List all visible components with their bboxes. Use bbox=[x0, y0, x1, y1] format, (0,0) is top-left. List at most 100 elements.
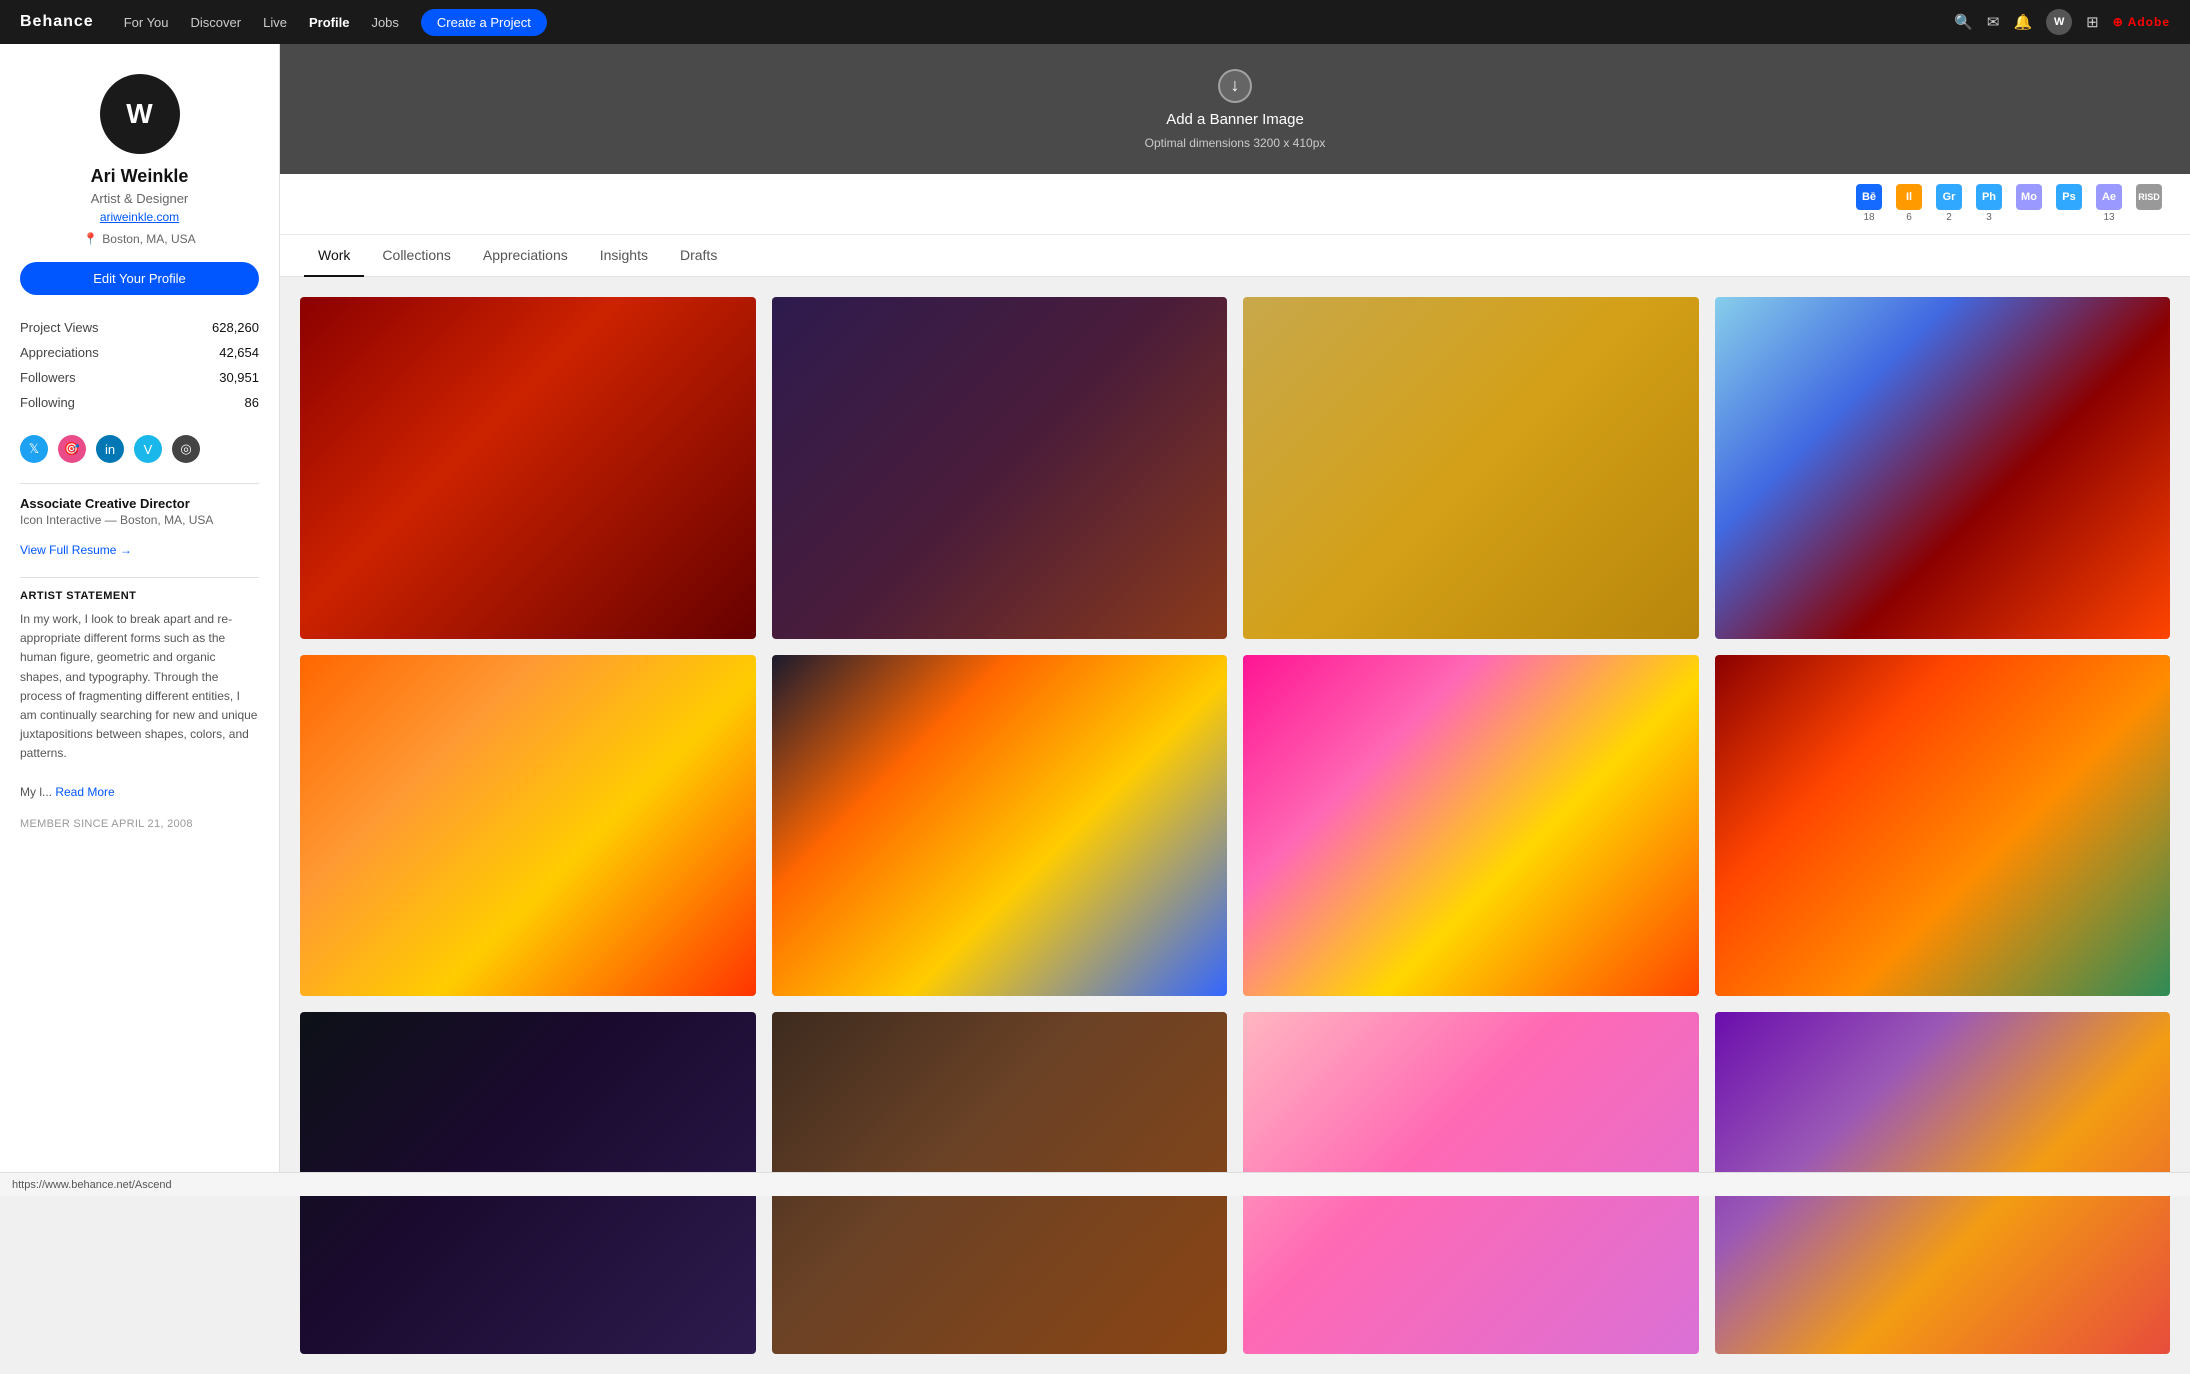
notification-icon[interactable]: 🔔 bbox=[2013, 13, 2032, 31]
stats-label: Following bbox=[20, 395, 75, 410]
message-icon[interactable]: ✉ bbox=[1987, 13, 2000, 31]
badge-count: 2 bbox=[1946, 212, 1952, 223]
adobe-logo: ⊕ Adobe bbox=[2113, 15, 2170, 29]
project-card[interactable] bbox=[300, 297, 756, 639]
badge-icon: Mo bbox=[2016, 184, 2042, 210]
url-bar: https://www.behance.net/Ascend bbox=[0, 1172, 2190, 1196]
artist-statement-text: In my work, I look to break apart and re… bbox=[20, 610, 259, 802]
badge-icon: Ps bbox=[2056, 184, 2082, 210]
member-since: MEMBER SINCE APRIL 21, 2008 bbox=[20, 818, 259, 830]
stats-value: 628,260 bbox=[212, 320, 259, 335]
nav-link-discover[interactable]: Discover bbox=[191, 15, 242, 30]
badge-count: 13 bbox=[2103, 212, 2114, 223]
user-avatar[interactable]: W bbox=[2046, 9, 2072, 35]
profile-website[interactable]: ariweinkle.com bbox=[20, 210, 259, 224]
social-icons: 𝕏 🎯 in V ◎ bbox=[20, 435, 259, 463]
projects-grid bbox=[280, 277, 2190, 1374]
search-icon[interactable]: 🔍 bbox=[1954, 13, 1973, 31]
download-icon: ↓ bbox=[1218, 69, 1252, 103]
banner-subtext: Optimal dimensions 3200 x 410px bbox=[1145, 136, 1326, 150]
tab-drafts[interactable]: Drafts bbox=[666, 235, 731, 277]
create-project-button[interactable]: Create a Project bbox=[421, 9, 547, 36]
project-card[interactable] bbox=[1715, 655, 2171, 997]
badge-count: 3 bbox=[1986, 212, 1992, 223]
divider bbox=[20, 483, 259, 484]
tabs-bar: WorkCollectionsAppreciationsInsightsDraf… bbox=[280, 235, 2190, 277]
stats-label: Followers bbox=[20, 370, 76, 385]
avatar: W bbox=[100, 74, 180, 154]
brand-logo[interactable]: Behance bbox=[20, 13, 94, 31]
project-card[interactable] bbox=[772, 655, 1228, 997]
job-title: Associate Creative Director bbox=[20, 496, 259, 511]
artist-statement-title: ARTIST STATEMENT bbox=[20, 590, 259, 602]
tab-insights[interactable]: Insights bbox=[586, 235, 662, 277]
stats-row: Following 86 bbox=[20, 390, 259, 415]
badge-icon: Ph bbox=[1976, 184, 2002, 210]
stats-row: Appreciations42,654 bbox=[20, 340, 259, 365]
stats-value: 30,951 bbox=[219, 370, 259, 385]
tab-work[interactable]: Work bbox=[304, 235, 364, 277]
project-card[interactable] bbox=[300, 655, 756, 997]
divider-2 bbox=[20, 577, 259, 578]
view-resume-link[interactable]: View Full Resume → bbox=[20, 543, 259, 557]
edit-profile-button[interactable]: Edit Your Profile bbox=[20, 262, 259, 295]
job-section: Associate Creative Director Icon Interac… bbox=[20, 496, 259, 527]
badge-icon: Il bbox=[1896, 184, 1922, 210]
location-pin-icon: 📍 bbox=[83, 232, 98, 246]
vimeo-icon[interactable]: V bbox=[134, 435, 162, 463]
nav-link-profile[interactable]: Profile bbox=[309, 15, 349, 30]
profile-location: 📍 Boston, MA, USA bbox=[20, 232, 259, 246]
project-card[interactable] bbox=[1715, 297, 2171, 639]
project-card[interactable] bbox=[772, 297, 1228, 639]
app-badge-mo: Mo bbox=[2012, 182, 2046, 226]
profile-name: Ari Weinkle bbox=[20, 166, 259, 187]
sidebar-inner: W Ari Weinkle Artist & Designer ariweink… bbox=[0, 44, 279, 860]
artist-statement-body: In my work, I look to break apart and re… bbox=[20, 612, 257, 760]
circle-icon[interactable]: ◎ bbox=[172, 435, 200, 463]
app-badge-ph: Ph 3 bbox=[1972, 182, 2006, 226]
url-text: https://www.behance.net/Ascend bbox=[12, 1179, 172, 1191]
app-badge-risd: RISD bbox=[2132, 182, 2166, 226]
badge-icon: Bē bbox=[1856, 184, 1882, 210]
artist-statement-continuation: My l... bbox=[20, 785, 52, 799]
stats-row: Project Views 628,260 bbox=[20, 315, 259, 340]
profile-title: Artist & Designer bbox=[20, 191, 259, 206]
app-badges: Bē 18 Il 6 Gr 2 Ph 3 Mo Ps Ae 13 RISD bbox=[1852, 182, 2166, 226]
nav-link-for-you[interactable]: For You bbox=[124, 15, 169, 30]
app-badge-il: Il 6 bbox=[1892, 182, 1926, 226]
badge-icon: RISD bbox=[2136, 184, 2162, 210]
badge-count: 6 bbox=[1906, 212, 1912, 223]
read-more-link[interactable]: Read More bbox=[55, 785, 114, 799]
dribbble-icon[interactable]: 🎯 bbox=[58, 435, 86, 463]
app-badge-bē: Bē 18 bbox=[1852, 182, 1886, 226]
artist-statement-section: ARTIST STATEMENT In my work, I look to b… bbox=[20, 590, 259, 802]
navbar-icons: 🔍 ✉ 🔔 W ⊞ ⊕ Adobe bbox=[1954, 9, 2170, 35]
stats-label: Project Views bbox=[20, 320, 99, 335]
location-text: Boston, MA, USA bbox=[102, 232, 195, 246]
project-card[interactable] bbox=[1243, 655, 1699, 997]
tab-collections[interactable]: Collections bbox=[368, 235, 464, 277]
app-badge-ps: Ps bbox=[2052, 182, 2086, 226]
grid-icon[interactable]: ⊞ bbox=[2086, 13, 2099, 31]
twitter-icon[interactable]: 𝕏 bbox=[20, 435, 48, 463]
page-wrapper: W Ari Weinkle Artist & Designer ariweink… bbox=[0, 0, 2190, 1374]
app-badge-ae: Ae 13 bbox=[2092, 182, 2126, 226]
stats-label: Appreciations bbox=[20, 345, 99, 360]
badge-icon: Ae bbox=[2096, 184, 2122, 210]
tab-appreciations[interactable]: Appreciations bbox=[469, 235, 582, 277]
nav-link-live[interactable]: Live bbox=[263, 15, 287, 30]
badge-count: 18 bbox=[1863, 212, 1874, 223]
nav-link-jobs[interactable]: Jobs bbox=[371, 15, 398, 30]
stats-value: 86 bbox=[245, 395, 259, 410]
banner[interactable]: ↓ Add a Banner Image Optimal dimensions … bbox=[280, 44, 2190, 174]
banner-text: Add a Banner Image bbox=[1166, 111, 1304, 128]
job-company: Icon Interactive — Boston, MA, USA bbox=[20, 513, 259, 527]
profile-header-row: Bē 18 Il 6 Gr 2 Ph 3 Mo Ps Ae 13 RISD bbox=[280, 174, 2190, 235]
stats-row: Followers 30,951 bbox=[20, 365, 259, 390]
navbar: Behance For You Discover Live Profile Jobs Cr… bbox=[0, 0, 2190, 44]
project-card[interactable] bbox=[1243, 297, 1699, 639]
app-badge-gr: Gr 2 bbox=[1932, 182, 1966, 226]
badge-icon: Gr bbox=[1936, 184, 1962, 210]
avatar-initials: W bbox=[126, 98, 152, 130]
linkedin-icon[interactable]: in bbox=[96, 435, 124, 463]
